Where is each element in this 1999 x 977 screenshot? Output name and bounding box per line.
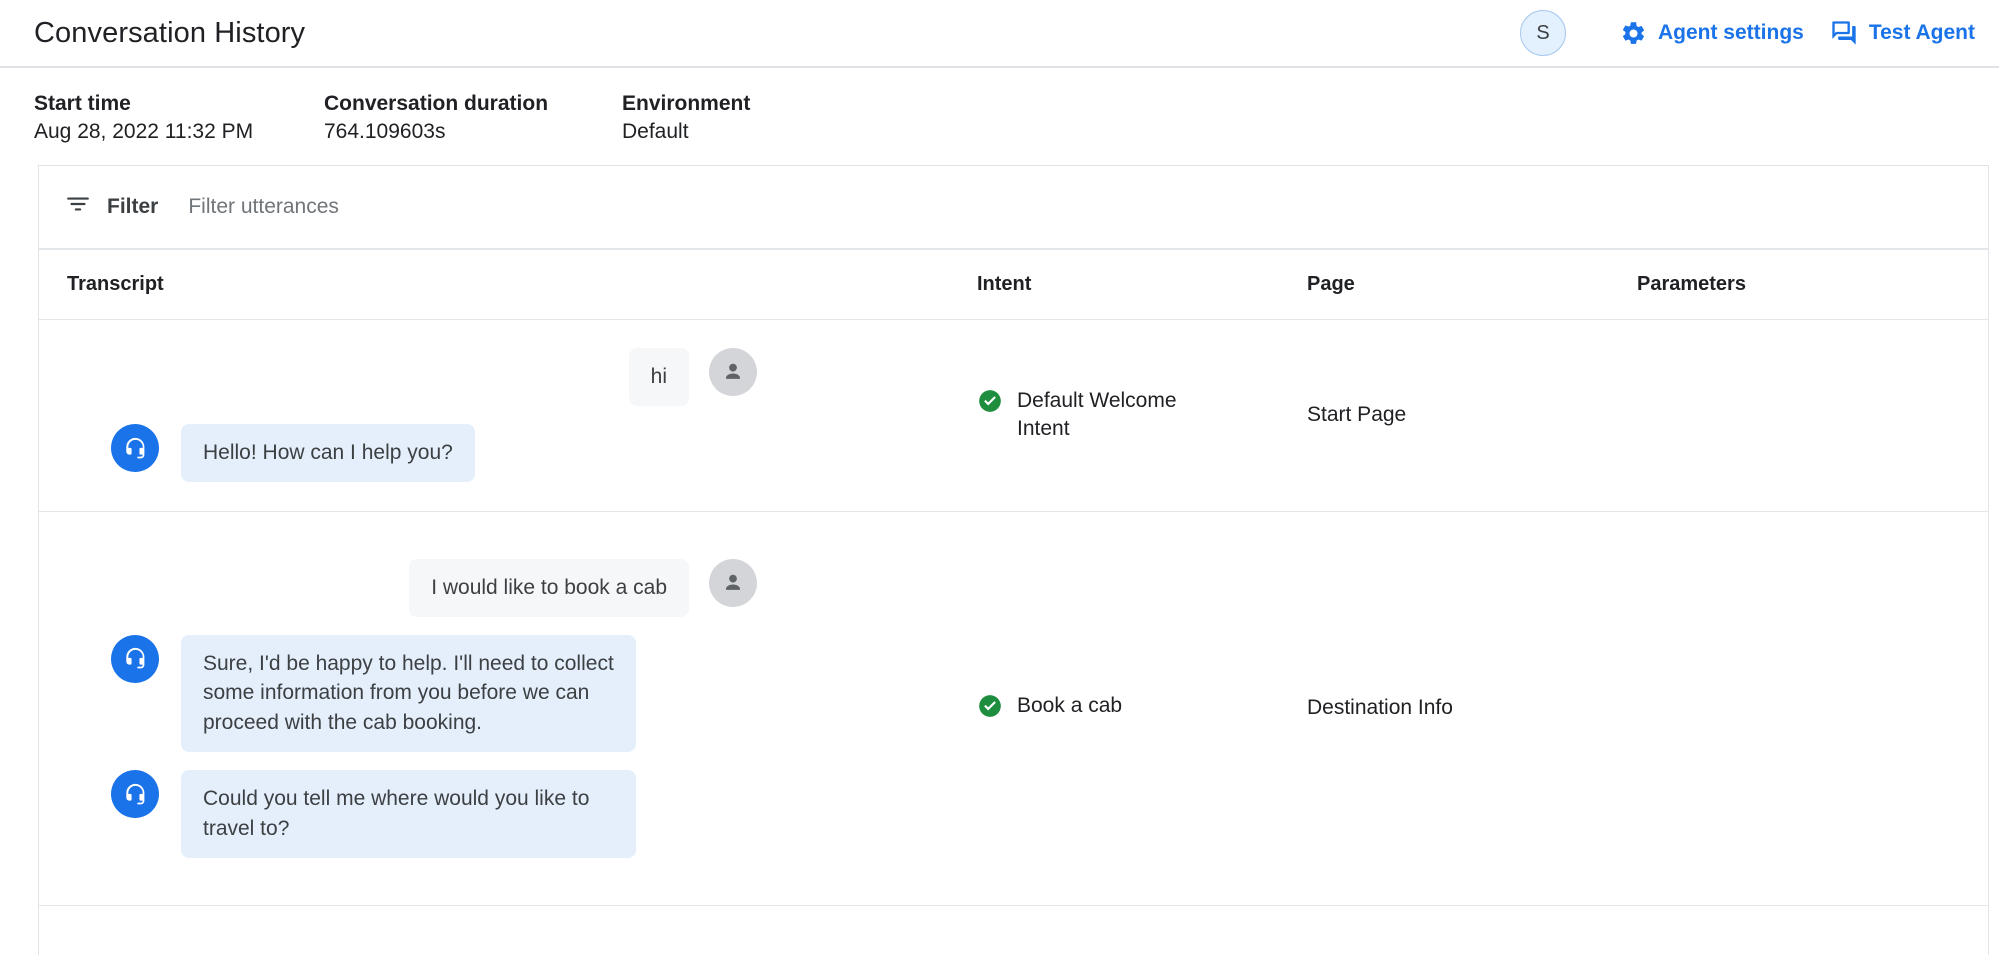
page-label: Destination Info xyxy=(1307,696,1453,719)
page-label: Start Page xyxy=(1307,403,1406,426)
meta-value: Default xyxy=(622,118,750,146)
conversation-metadata: Start time Aug 28, 2022 11:32 PM Convers… xyxy=(0,68,1999,165)
filter-label: Filter xyxy=(107,195,158,219)
agent-settings-label: Agent settings xyxy=(1658,21,1804,45)
meta-conversation-duration: Conversation duration 764.109603s xyxy=(324,90,622,147)
filter-input[interactable]: Filter utterances xyxy=(188,195,339,219)
meta-value: 764.109603s xyxy=(324,118,622,146)
transcript-table-card: Filter Filter utterances Transcript Inte… xyxy=(38,165,1989,955)
message-bubble: Hello! How can I help you? xyxy=(181,424,475,482)
meta-start-time: Start time Aug 28, 2022 11:32 PM xyxy=(34,90,324,147)
meta-label: Start time xyxy=(34,90,324,118)
forum-icon xyxy=(1830,19,1858,47)
column-header-parameters: Parameters xyxy=(1609,273,1988,296)
check-circle-icon xyxy=(977,388,1003,419)
agent-headset-icon xyxy=(111,424,159,472)
table-row[interactable]: I would like to book a cab Sur xyxy=(39,512,1988,906)
chat-message-user: hi xyxy=(39,348,949,406)
test-agent-label: Test Agent xyxy=(1869,21,1975,45)
agent-headset-icon xyxy=(111,770,159,818)
check-circle-icon xyxy=(977,693,1003,724)
app-header: Conversation History S Agent settings Te… xyxy=(0,0,1999,68)
chat-message-bot: Could you tell me where would you like t… xyxy=(39,770,949,858)
table-row[interactable]: hi Hello! How can I help you? xyxy=(39,320,1988,512)
meta-label: Conversation duration xyxy=(324,90,622,118)
transcript-cell: hi Hello! How can I help you? xyxy=(39,344,949,486)
chat-message-bot: Sure, I'd be happy to help. I'll need to… xyxy=(39,635,949,752)
filter-icon[interactable] xyxy=(65,191,91,222)
agent-headset-icon xyxy=(111,635,159,683)
column-header-intent: Intent xyxy=(949,273,1279,296)
filter-bar[interactable]: Filter Filter utterances xyxy=(39,166,1988,250)
intent-cell: Default Welcome Intent xyxy=(949,387,1279,442)
message-bubble: Could you tell me where would you like t… xyxy=(181,770,636,858)
meta-environment: Environment Default xyxy=(622,90,750,147)
message-bubble: hi xyxy=(629,348,689,406)
chat-thread: I would like to book a cab Sur xyxy=(39,555,949,862)
chat-message-user: I would like to book a cab xyxy=(39,559,949,617)
column-header-transcript: Transcript xyxy=(39,273,949,296)
test-agent-button[interactable]: Test Agent xyxy=(1830,19,1975,47)
agent-settings-button[interactable]: Agent settings xyxy=(1620,20,1804,47)
page-cell: Destination Info xyxy=(1279,696,1609,720)
message-bubble: I would like to book a cab xyxy=(409,559,689,617)
avatar-initial: S xyxy=(1536,22,1549,45)
gear-icon xyxy=(1620,20,1647,47)
page-title: Conversation History xyxy=(34,17,305,50)
user-avatar-icon xyxy=(709,348,757,396)
intent-label: Default Welcome Intent xyxy=(1017,387,1217,442)
chat-thread: hi Hello! How can I help you? xyxy=(39,344,949,486)
avatar[interactable]: S xyxy=(1520,10,1566,56)
page-cell: Start Page xyxy=(1279,403,1609,427)
message-bubble: Sure, I'd be happy to help. I'll need to… xyxy=(181,635,636,752)
user-avatar-icon xyxy=(709,559,757,607)
meta-label: Environment xyxy=(622,90,750,118)
transcript-cell: I would like to book a cab Sur xyxy=(39,555,949,862)
meta-value: Aug 28, 2022 11:32 PM xyxy=(34,118,324,146)
table-header-row: Transcript Intent Page Parameters xyxy=(39,250,1988,320)
column-header-page: Page xyxy=(1279,273,1609,296)
chat-message-bot: Hello! How can I help you? xyxy=(39,424,949,482)
intent-cell: Book a cab xyxy=(949,692,1279,724)
header-actions: S Agent settings Test Agent xyxy=(1520,10,1975,56)
intent-label: Book a cab xyxy=(1017,692,1122,720)
